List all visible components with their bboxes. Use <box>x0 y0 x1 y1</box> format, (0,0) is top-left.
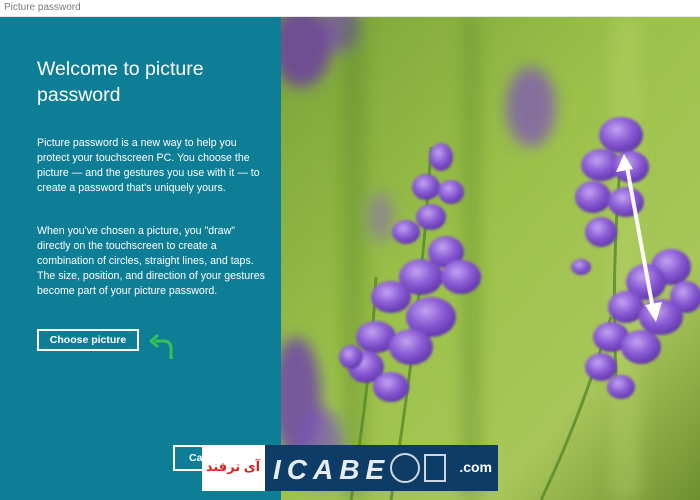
watermark-fa-box: آی ترفند <box>202 445 265 491</box>
lavender-photo <box>281 17 700 500</box>
return-arrow-icon <box>149 333 173 359</box>
window-title: Picture password <box>4 2 81 13</box>
title-bar: Picture password <box>0 0 700 17</box>
choose-picture-button[interactable]: Choose picture <box>37 329 139 351</box>
lavender-picture <box>281 17 700 500</box>
intro-paragraph-1: Picture password is a new way to help yo… <box>37 137 260 194</box>
intro-panel: Welcome to picture password Picture pass… <box>0 17 281 500</box>
watermark-logo-image: ICABE <box>273 453 446 485</box>
svg-text:ICABE: ICABE <box>273 454 390 485</box>
page-title: Welcome to picture password <box>37 58 204 106</box>
watermark-fa-text: آی ترفند <box>205 459 261 474</box>
site-watermark: آی ترفند ICABE .com <box>202 445 498 491</box>
watermark-domain: .com <box>459 459 492 475</box>
intro-paragraph-2: When you've chosen a picture, you "draw"… <box>37 225 265 297</box>
